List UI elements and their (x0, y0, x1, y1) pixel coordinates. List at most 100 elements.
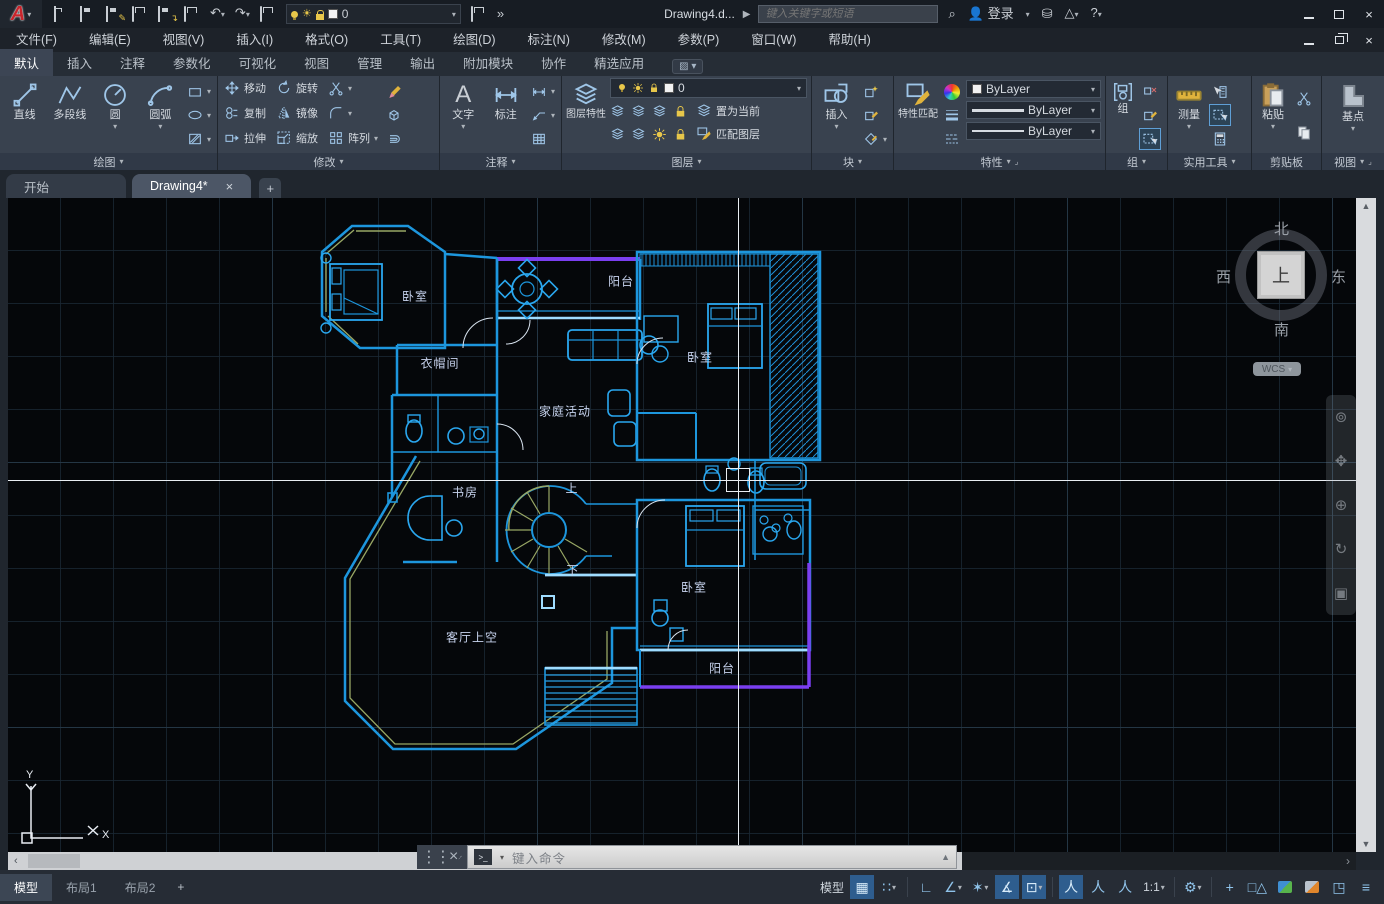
panel-label-draw[interactable]: 绘图▾ (0, 153, 217, 170)
dimension-button[interactable]: 标注 (486, 78, 524, 153)
select-all-button[interactable] (1210, 105, 1230, 125)
showmotion-icon[interactable]: ▣ (1334, 584, 1348, 602)
trim-button[interactable]: ▾ (326, 78, 380, 98)
rectangle-button[interactable]: ▾ (185, 82, 213, 102)
erase-button[interactable] (384, 82, 404, 102)
menu-parametric[interactable]: 参数(P) (662, 28, 736, 52)
array-button[interactable]: 阵列▾ (326, 128, 380, 148)
line-button[interactable]: 直线 (4, 78, 45, 153)
offset-button[interactable] (384, 129, 404, 149)
scale-button[interactable]: 缩放 (274, 128, 320, 148)
ribbon-tab-home[interactable]: 默认 (0, 49, 53, 76)
orbit-icon[interactable]: ↻ (1335, 540, 1348, 558)
drawing-canvas[interactable]: Y X 卧室 阳台 卧室 衣帽间 家庭活动 书房 上 下 客厅上空 卧室 阳台 (8, 198, 1356, 852)
layer-properties-button[interactable]: 图层特性 (566, 78, 606, 153)
vertical-scrollbar[interactable]: ▲ ▼ (1356, 198, 1376, 852)
insert-block-button[interactable]: 插入▾ (816, 78, 857, 153)
edit-block-button[interactable] (861, 105, 889, 125)
tab-close-icon[interactable]: × (226, 179, 234, 194)
object-snap-toggle[interactable]: ⊡▾ (1022, 875, 1046, 899)
print-button[interactable] (184, 7, 200, 21)
annotation-visibility-toggle[interactable]: 人 (1059, 875, 1083, 899)
ribbon-tab-view[interactable]: 视图 (290, 49, 343, 76)
group-button[interactable]: 组 (1110, 78, 1136, 153)
paste-button[interactable]: 粘贴▾ (1256, 78, 1290, 153)
ribbon-tab-featured[interactable]: 精选应用 (580, 49, 658, 76)
set-current-layer-button[interactable]: 置为当前 (694, 101, 762, 121)
ribbon-tab-addins[interactable]: 附加模块 (449, 49, 527, 76)
ribbon-tab-insert[interactable]: 插入 (53, 49, 106, 76)
navigation-bar[interactable]: ⊚ ✥ ⊕ ↻ ▣ (1326, 395, 1356, 615)
batch-plot-button[interactable] (260, 7, 276, 21)
save-button[interactable] (80, 7, 96, 21)
circle-button[interactable]: 圆▾ (95, 78, 136, 153)
workspace-switch-button[interactable] (471, 7, 487, 21)
help-icon[interactable]: ?▾ (1091, 6, 1102, 22)
ungroup-button[interactable] (1140, 82, 1160, 102)
panel-label-groups[interactable]: 组▾ (1106, 153, 1167, 170)
object-snap-tracking-toggle[interactable]: ∡ (995, 875, 1019, 899)
create-block-button[interactable] (861, 82, 889, 102)
group-selection-toggle[interactable] (1140, 129, 1160, 149)
isolate-objects-button[interactable]: □△ (1245, 875, 1270, 899)
polar-tracking-toggle[interactable]: ∠▾ (941, 875, 965, 899)
clean-screen-button[interactable]: ◳ (1327, 875, 1351, 899)
ribbon-tab-parametric[interactable]: 参数化 (159, 49, 225, 76)
qat-more-button[interactable]: » (497, 7, 504, 21)
open-button[interactable] (54, 7, 70, 21)
layout-tab-layout1[interactable]: 布局1 (52, 874, 111, 901)
qat-layer-dropdown[interactable]: ☀ 0 ▾ (286, 4, 461, 24)
annotation-monitor-toggle[interactable]: + (1218, 875, 1242, 899)
layout-tab-layout2[interactable]: 布局2 (111, 874, 170, 901)
save-as-button[interactable]: ✎ (106, 7, 122, 21)
measure-button[interactable]: 测量▾ (1172, 78, 1206, 153)
publish-button[interactable]: ↴ (158, 7, 174, 21)
workspace-switching-button[interactable]: ⚙▾ (1181, 875, 1205, 899)
ribbon-tab-visualize[interactable]: 可视化 (225, 49, 291, 76)
block-attributes-button[interactable]: ▾ (861, 129, 889, 149)
tab-start[interactable]: 开始 (6, 174, 126, 198)
explode-button[interactable] (384, 105, 404, 125)
group-edit-button[interactable] (1140, 105, 1160, 125)
match-properties-button[interactable]: 特性匹配 (898, 78, 938, 153)
panel-label-utilities[interactable]: 实用工具▾ (1168, 153, 1251, 170)
steering-wheel-icon[interactable]: ⊚ (1335, 408, 1348, 426)
command-close-icon[interactable]: × (449, 848, 458, 866)
wcs-menu[interactable]: WCS▾ (1253, 362, 1301, 376)
new-drawing-button[interactable]: + (259, 178, 281, 198)
cut-button[interactable] (1294, 88, 1314, 108)
linetype-dropdown[interactable]: ByLayer▾ (966, 122, 1101, 140)
ellipse-button[interactable]: ▾ (185, 105, 213, 125)
scroll-left-icon[interactable]: ‹ (14, 855, 18, 867)
graphics-performance-icon[interactable] (1273, 875, 1297, 899)
command-history-icon[interactable]: ▲ (941, 852, 950, 862)
table-button[interactable] (529, 129, 557, 149)
doc-close-button[interactable]: × (1354, 27, 1384, 53)
polyline-button[interactable]: 多段线 (49, 78, 90, 153)
layer-dropdown[interactable]: 0 ▾ (610, 78, 807, 98)
menu-help[interactable]: 帮助(H) (812, 28, 886, 52)
zoom-icon[interactable]: ⊕ (1335, 496, 1348, 514)
match-layer-button[interactable]: 匹配图层 (694, 124, 762, 144)
move-button[interactable]: 移动 (222, 78, 268, 98)
annotation-scale-value[interactable]: 1:1▾ (1140, 875, 1168, 899)
ribbon-tab-manage[interactable]: 管理 (343, 49, 396, 76)
scroll-down-icon[interactable]: ▼ (1356, 836, 1376, 852)
undo-button[interactable]: ↶▾ (210, 6, 225, 22)
help-search-input[interactable] (758, 5, 938, 23)
redo-button[interactable]: ↷▾ (235, 6, 250, 22)
search-icon[interactable]: ⌕ (948, 7, 955, 21)
ribbon-tab-collaborate[interactable]: 协作 (527, 49, 580, 76)
new-layout-button[interactable]: + (177, 880, 184, 894)
command-line-window[interactable]: ⋮⋮ × >_ ▾ 键入命令 ▲ (417, 845, 957, 869)
autodesk-icon[interactable]: △▾ (1065, 6, 1079, 22)
lineweight-dropdown[interactable]: ByLayer▾ (966, 101, 1101, 119)
copy-clip-button[interactable] (1294, 123, 1314, 143)
viewcube-east[interactable]: 东 (1331, 266, 1346, 287)
grid-toggle[interactable]: ▦ (850, 875, 874, 899)
hscroll-thumb[interactable] (28, 854, 80, 868)
text-button[interactable]: A 文字▾ (444, 78, 482, 153)
quick-calc-button[interactable] (1210, 129, 1230, 149)
sign-in-button[interactable]: 👤 登录 (968, 7, 1014, 21)
panel-label-layers[interactable]: 图层▾ (562, 153, 811, 170)
